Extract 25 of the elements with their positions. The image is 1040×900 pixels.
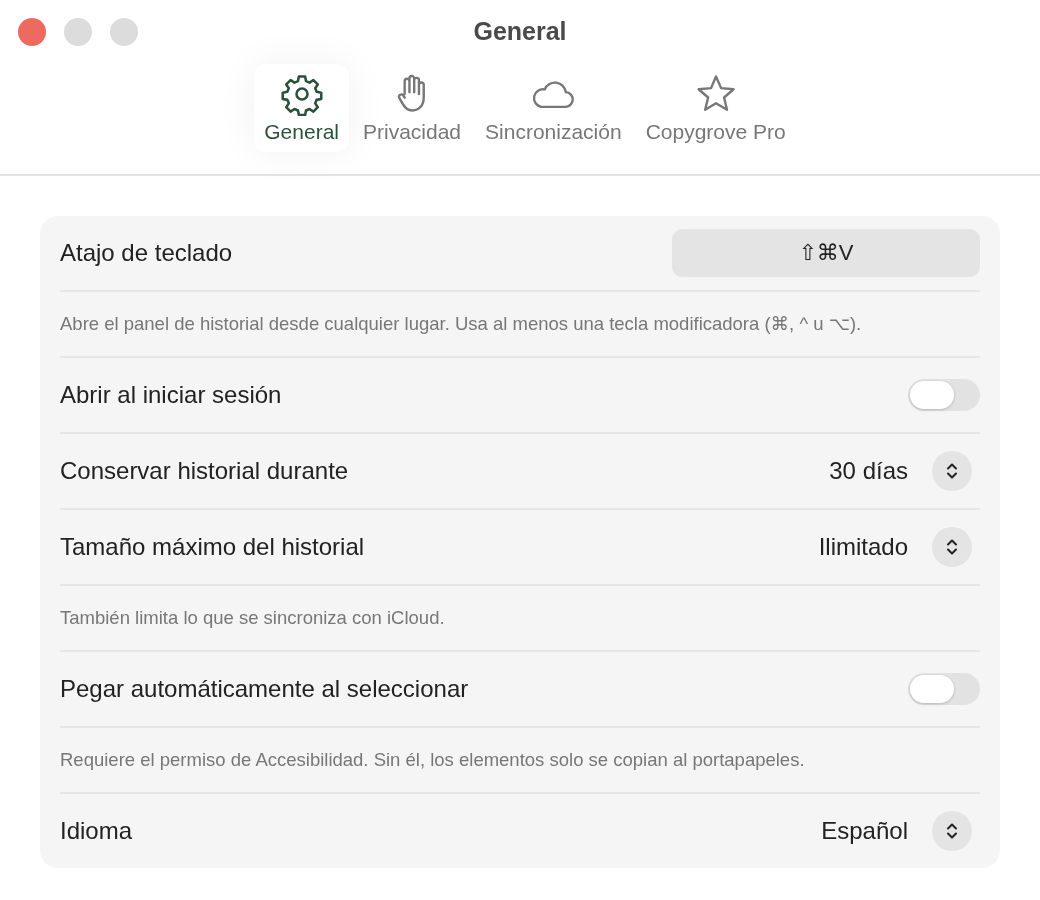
chevron-updown-icon[interactable] <box>932 451 972 491</box>
setting-label: Tamaño máximo del historial <box>60 533 365 561</box>
select-value[interactable]: Ilimitado <box>818 533 908 561</box>
chevron-updown-icon[interactable] <box>932 527 972 567</box>
window-title: General <box>473 17 567 45</box>
setting-label: Idioma <box>60 817 133 845</box>
select-value[interactable]: Español <box>821 817 908 845</box>
settings-icon <box>279 72 324 116</box>
chevron-updown-icon[interactable] <box>932 811 972 851</box>
shortcut-recorder[interactable]: ⇧⌘V <box>672 229 980 277</box>
toolbar-tab[interactable]: Copygrove Pro <box>635 64 796 152</box>
setting-label: Conservar historial durante <box>60 457 349 485</box>
toolbar-tab[interactable]: Sincronización <box>475 64 632 152</box>
help-text: Requiere el permiso de Accesibilidad. Sin él, los elementos solo se copian al portapapeles. <box>60 748 806 772</box>
help-text: También limita lo que se sincroniza con iCloud. <box>60 606 446 630</box>
setting-label: Pegar automáticamente al seleccionar <box>60 675 469 703</box>
close-button[interactable] <box>18 18 46 46</box>
help-text: Abre el panel de historial desde cualquier lugar. Usa al menos una tecla modificadora (⌘, ^ u ⌥). <box>60 312 863 336</box>
select-value[interactable]: 30 días <box>829 457 908 485</box>
setting-label: Atajo de teclado <box>60 239 233 267</box>
toggle-switch[interactable] <box>908 379 980 411</box>
toolbar-tab[interactable]: Privacidad <box>353 64 472 152</box>
toolbar-tab[interactable]: General <box>254 64 349 152</box>
setting-label: Abrir al iniciar sesión <box>60 381 282 409</box>
toggle-switch[interactable] <box>908 673 980 705</box>
